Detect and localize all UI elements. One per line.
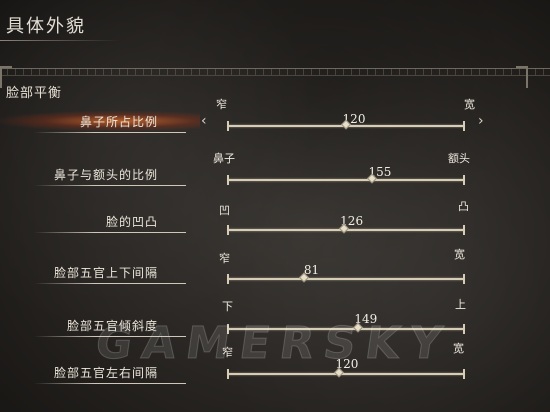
slider-label: 鼻子所占比例 xyxy=(79,115,158,129)
slider-track-start xyxy=(227,225,229,235)
slider-min-label: 窄 xyxy=(219,252,230,265)
slider-track-end xyxy=(463,324,465,334)
chevron-right-icon[interactable]: › xyxy=(478,113,484,129)
slider-track-end xyxy=(463,274,465,284)
slider-max-label: 宽 xyxy=(454,248,465,261)
slider-label: 脸部五官上下间隔 xyxy=(53,266,158,280)
slider-max-label: 凸 xyxy=(458,200,469,213)
slider-label: 脸的凹凸 xyxy=(105,215,158,229)
slider-min-label: 窄 xyxy=(222,346,233,359)
slider-track[interactable] xyxy=(227,322,465,334)
label-underline xyxy=(34,232,186,233)
slider-track-start xyxy=(227,175,229,185)
slider-track-end xyxy=(463,369,465,379)
slider-track-end xyxy=(463,225,465,235)
slider-max-label: 宽 xyxy=(464,98,475,111)
slider-min-label: 窄 xyxy=(216,98,227,111)
label-underline xyxy=(34,185,186,186)
page-title: 具体外貌 xyxy=(6,16,86,37)
slider-max-label: 宽 xyxy=(453,342,464,355)
slider-row-nose-proportion[interactable]: 鼻子所占比例 窄 宽 ‹ › 120 xyxy=(0,96,550,156)
slider-max-label: 额头 xyxy=(448,152,470,165)
label-underline xyxy=(34,336,186,337)
label-underline xyxy=(34,283,186,284)
slider-track-start xyxy=(227,369,229,379)
slider-track[interactable] xyxy=(227,223,465,235)
slider-track[interactable] xyxy=(227,272,465,284)
slider-min-label: 下 xyxy=(222,300,233,313)
slider-track[interactable] xyxy=(227,173,465,185)
slider-track-end xyxy=(463,175,465,185)
slider-label: 鼻子与额头的比例 xyxy=(53,168,158,182)
label-underline xyxy=(34,383,186,384)
slider-track-end xyxy=(463,121,465,131)
slider-label: 脸部五官左右间隔 xyxy=(53,366,158,380)
chevron-left-icon[interactable]: ‹ xyxy=(201,113,207,129)
slider-min-label: 鼻子 xyxy=(213,152,235,165)
slider-track[interactable] xyxy=(227,367,465,379)
slider-max-label: 上 xyxy=(455,298,466,311)
slider-track[interactable] xyxy=(227,119,465,131)
slider-track-start xyxy=(227,121,229,131)
slider-row-horizontal-spacing[interactable]: 脸部五官左右间隔 窄 宽 120 xyxy=(0,342,550,404)
slider-min-label: 凹 xyxy=(219,204,230,217)
slider-label: 脸部五官倾斜度 xyxy=(66,319,158,333)
panel-frame-border xyxy=(0,68,550,76)
slider-track-start xyxy=(227,274,229,284)
slider-track-start xyxy=(227,324,229,334)
label-underline xyxy=(34,132,186,133)
panel-corner-right xyxy=(516,66,528,88)
title-divider xyxy=(0,40,120,41)
